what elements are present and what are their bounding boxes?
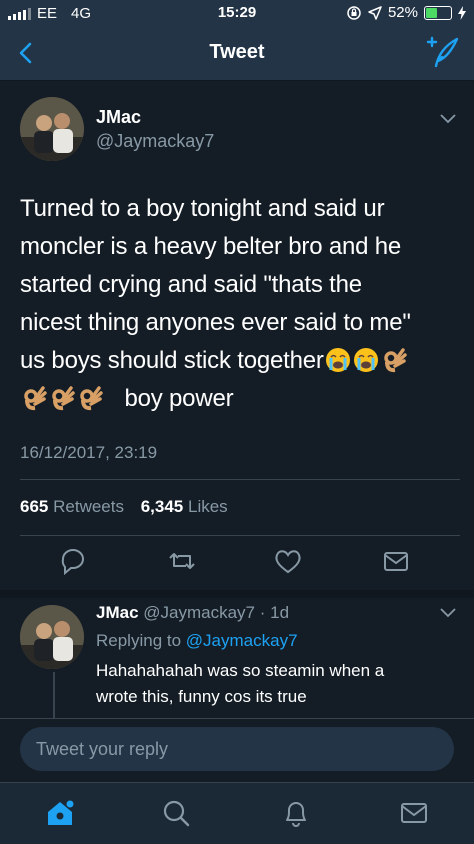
crying-face-emoji [352, 347, 380, 374]
tweet-line: us boys should stick together [20, 347, 324, 374]
author-handle[interactable]: @Jaymackay7 [96, 131, 214, 152]
reply-icon[interactable] [58, 545, 90, 577]
replying-to-link[interactable]: @Jaymackay7 [186, 631, 298, 650]
retweet-label[interactable]: Retweets [53, 497, 124, 516]
notifications-icon[interactable] [280, 797, 312, 829]
reply-age: · 1d [259, 603, 290, 622]
chevron-down-icon[interactable] [440, 608, 456, 618]
chevron-down-icon[interactable] [440, 114, 456, 124]
ok-hand-emoji [48, 385, 76, 412]
tweet-text: Turned to a boy tonight and said ur monc… [20, 190, 460, 418]
ok-hand-emoji [380, 347, 408, 374]
like-label[interactable]: Likes [188, 497, 228, 516]
replying-to: Replying to @Jaymackay7 [96, 631, 298, 651]
tweet-line: started crying and said "thats the [20, 271, 362, 298]
home-icon[interactable] [44, 797, 76, 829]
status-right: 52% [346, 4, 466, 21]
reply-author-name[interactable]: JMac [96, 603, 139, 622]
battery-percent: 52% [387, 4, 418, 21]
messages-icon[interactable] [398, 797, 430, 829]
retweet-count[interactable]: 665 [20, 497, 48, 516]
tweet-line: Turned to a boy tonight and said ur [20, 195, 385, 222]
battery-icon [424, 5, 452, 20]
status-bar: EE 4G 15:29 52% [0, 0, 474, 26]
avatar[interactable] [20, 97, 84, 161]
divider [20, 479, 460, 480]
like-icon[interactable] [272, 545, 304, 577]
tweet-timestamp: 16/12/2017, 23:19 [20, 443, 158, 462]
tweet-line: nicest thing anyones ever said to me" [20, 309, 411, 336]
retweet-icon[interactable] [166, 545, 198, 577]
reply-author-handle[interactable]: @Jaymackay7 [143, 603, 255, 622]
compose-tweet-icon[interactable] [424, 36, 460, 70]
tweet-line: moncler is a heavy belter bro and he [20, 233, 402, 260]
tweet-actions [0, 545, 474, 585]
section-divider [0, 590, 474, 598]
replying-prefix: Replying to [96, 631, 182, 650]
reply-input[interactable] [20, 727, 454, 771]
lock-rotation-icon [347, 5, 361, 20]
tweet-stats: 665 Retweets 6,345 Likes [20, 497, 228, 517]
nav-bar: Tweet [0, 26, 474, 81]
thread-line [53, 672, 55, 718]
search-icon[interactable] [160, 797, 192, 829]
tweet-line-with-emoji: us boys should stick together [20, 342, 460, 380]
page-title: Tweet [209, 41, 265, 63]
charging-icon [458, 5, 466, 20]
reply-header: JMac @Jaymackay7 · 1d [96, 603, 289, 623]
divider [20, 535, 460, 536]
reply-line: wrote this, funny cos its true [96, 687, 307, 706]
ok-hand-emoji [76, 385, 104, 412]
tab-bar [0, 782, 474, 844]
ok-hand-emoji [20, 385, 48, 412]
reply-line: Hahahahahah was so steamin when a [96, 661, 385, 680]
like-count[interactable]: 6,345 [141, 497, 184, 516]
tweet-line-with-emoji: boy power [20, 380, 460, 418]
tweet-line: boy power [124, 385, 234, 412]
reply-text: Hahahahahah was so steamin when a wrote … [96, 658, 456, 710]
avatar[interactable] [20, 605, 84, 669]
crying-face-emoji [324, 347, 352, 374]
message-icon[interactable] [380, 545, 412, 577]
author-name[interactable]: JMac [96, 107, 141, 128]
location-icon [368, 5, 382, 20]
